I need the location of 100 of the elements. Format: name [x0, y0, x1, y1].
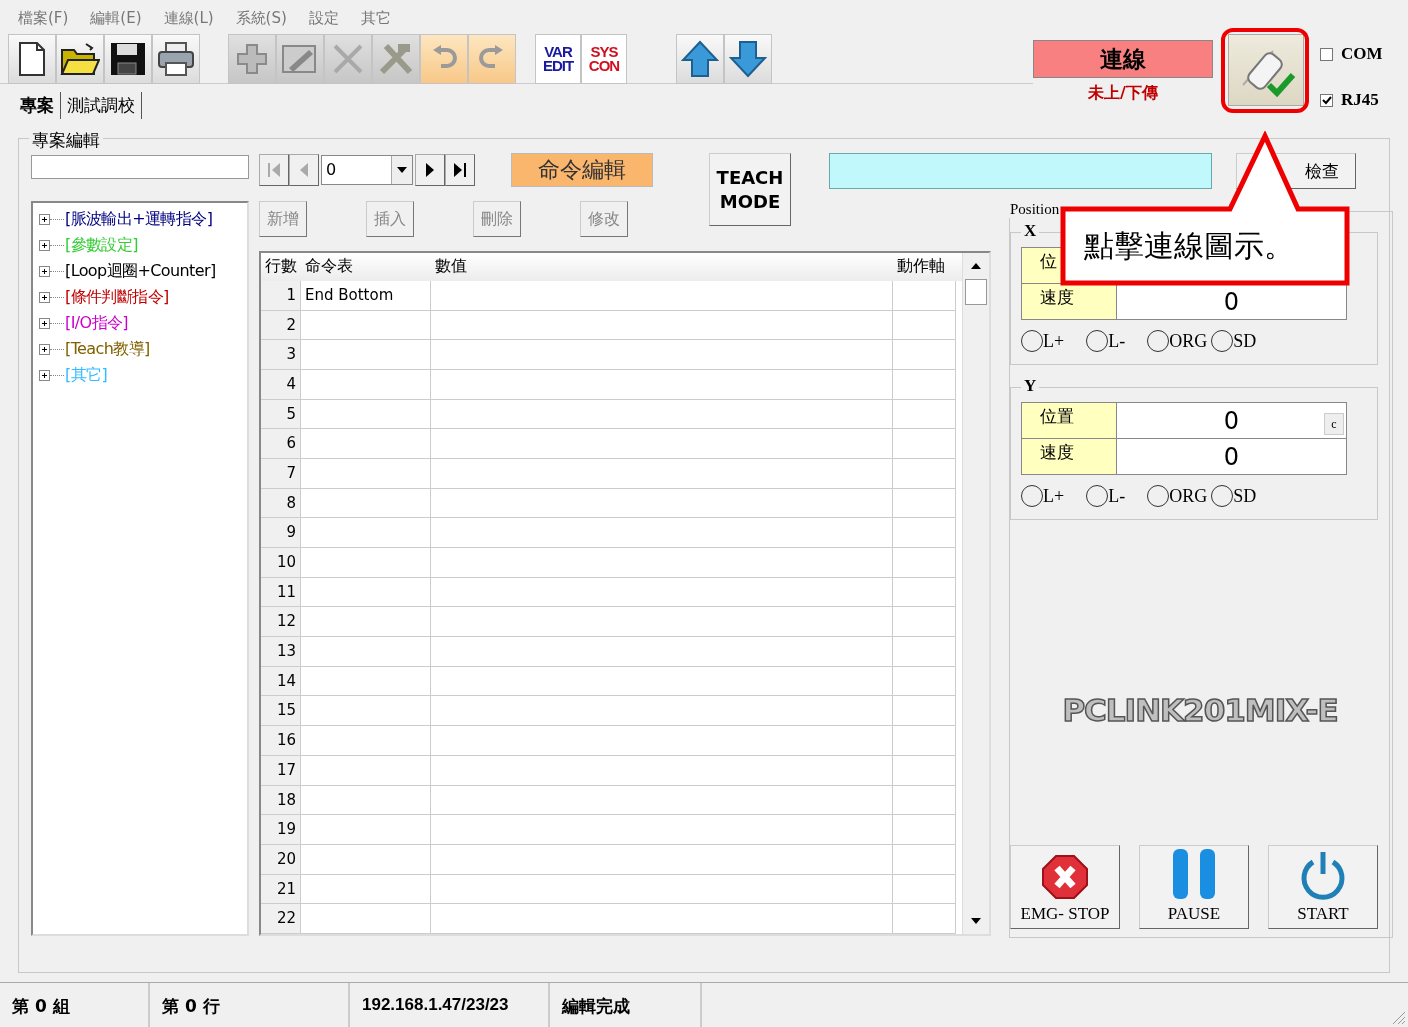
menu-item[interactable]: 設定 — [308, 9, 339, 28]
signal-label: ORG — [1169, 330, 1208, 352]
menu-item[interactable]: 系統(S) — [235, 9, 287, 28]
table-cell — [893, 904, 956, 934]
row-number: 1 — [261, 280, 301, 311]
menu-item[interactable]: 檔案(F) — [18, 9, 69, 28]
table-cell — [893, 340, 956, 370]
new-file-icon — [17, 41, 47, 77]
caret-icon — [397, 167, 407, 173]
field-label: 位置 — [1022, 403, 1117, 438]
signal-label: L+ — [1043, 485, 1065, 507]
tree-item[interactable]: [條件判斷指令] — [65, 287, 169, 308]
signal-label: SD — [1233, 330, 1257, 352]
status-text: 192.168.1.47/23/23 — [350, 983, 550, 1027]
status-text: 編輯完成 — [550, 983, 702, 1027]
tree-item[interactable]: [I/O指令] — [65, 313, 128, 334]
menu-item[interactable]: 編輯(E) — [90, 9, 142, 28]
expand-icon[interactable] — [39, 266, 50, 277]
resize-grip-icon[interactable] — [1390, 1009, 1406, 1025]
tree-item[interactable]: [Loop迴圈+Counter] — [65, 261, 216, 282]
tab[interactable]: 專案 — [14, 92, 61, 119]
scroll-down-icon[interactable] — [971, 918, 981, 924]
tree-item[interactable]: [Teach教導] — [65, 339, 150, 360]
nav-button[interactable] — [445, 154, 475, 186]
run-button[interactable]: EMG- STOP — [1010, 845, 1120, 929]
transfer-status: 未上/下傳 — [1088, 83, 1158, 104]
run-button[interactable]: PAUSE — [1139, 845, 1249, 929]
checkbox[interactable] — [1320, 93, 1333, 107]
row-number: 13 — [261, 637, 301, 667]
row-number: 11 — [261, 577, 301, 608]
column-header: 命令表 — [304, 255, 354, 277]
row-number: 12 — [261, 607, 301, 638]
expand-icon[interactable] — [39, 240, 50, 251]
column-header: 行數 — [264, 255, 298, 277]
nav-button[interactable] — [415, 154, 445, 186]
expand-icon[interactable] — [39, 370, 50, 381]
table-cell — [893, 310, 956, 341]
table-cell — [893, 577, 956, 608]
row-number: 16 — [261, 726, 301, 756]
table-cell — [893, 399, 956, 430]
run-button[interactable]: START — [1268, 845, 1378, 929]
pause-icon — [1171, 848, 1217, 900]
menu-item[interactable]: 連線(L) — [163, 9, 214, 28]
row-number: 8 — [261, 488, 301, 519]
menu-item[interactable]: 其它 — [360, 9, 391, 28]
expand-icon[interactable] — [39, 318, 50, 329]
expand-icon[interactable] — [39, 214, 50, 225]
connect-button[interactable] — [1228, 34, 1304, 106]
command-edit-button[interactable]: 命令編輯 — [511, 153, 653, 187]
toolbar-button[interactable] — [152, 34, 200, 84]
table-cell — [893, 280, 956, 311]
teach-mode-button[interactable]: TEACH MODE — [709, 153, 791, 226]
toolbar-button[interactable]: SYS CON — [581, 34, 627, 84]
plus-icon — [235, 42, 269, 76]
row-number: 7 — [261, 459, 301, 489]
signal-label: SD — [1233, 485, 1257, 507]
signal-label: L+ — [1043, 330, 1065, 352]
row-number: 19 — [261, 815, 301, 845]
table-cell — [893, 429, 956, 459]
scroll-up-icon[interactable] — [971, 263, 981, 269]
table-cell — [893, 369, 956, 400]
input-field[interactable] — [31, 155, 249, 179]
expand-icon[interactable] — [39, 344, 50, 355]
toolbar-button[interactable] — [724, 34, 772, 84]
table-cell — [893, 785, 956, 816]
table-cell — [893, 874, 956, 905]
toolbar-button[interactable] — [56, 34, 104, 84]
expand-icon[interactable] — [39, 292, 50, 303]
clear-button[interactable]: c — [1324, 413, 1344, 435]
tree-item[interactable]: [脈波輸出+運轉指令] — [65, 209, 213, 230]
row-number: 18 — [261, 785, 301, 816]
table-cell — [893, 755, 956, 786]
status-text: 第 0 行 — [150, 983, 350, 1027]
column-header: 數值 — [434, 255, 468, 277]
printer-icon — [157, 41, 195, 77]
toolbar-button[interactable] — [676, 34, 724, 84]
scroll-thumb[interactable] — [965, 279, 987, 305]
row-number: 6 — [261, 429, 301, 459]
arrow-up-icon — [681, 40, 719, 78]
status-text: 第 0 組 — [0, 983, 150, 1027]
row-number: 10 — [261, 548, 301, 578]
toolbar-button[interactable]: VAR EDIT — [535, 34, 581, 84]
checkbox-label: RJ45 — [1341, 90, 1379, 110]
field-label: 速度 — [1022, 284, 1117, 319]
dropdown-field[interactable]: 0 — [321, 155, 413, 185]
table-cell — [893, 815, 956, 845]
stop-sign-icon — [1041, 854, 1089, 900]
field-value: 0 — [1223, 406, 1240, 435]
toolbar-button[interactable] — [8, 34, 56, 84]
hammer-wrench-icon — [378, 42, 414, 76]
cross-icon — [331, 42, 365, 76]
previous-icon — [300, 163, 308, 177]
checkbox[interactable] — [1320, 47, 1333, 61]
table-cell — [893, 488, 956, 519]
panel-title: Position — [1008, 201, 1062, 218]
tab[interactable]: 測試調校 — [61, 92, 142, 119]
table-cell — [893, 607, 956, 638]
row-number: 15 — [261, 696, 301, 727]
group-title: 專案編輯 — [29, 129, 103, 152]
toolbar-button[interactable] — [104, 34, 152, 84]
